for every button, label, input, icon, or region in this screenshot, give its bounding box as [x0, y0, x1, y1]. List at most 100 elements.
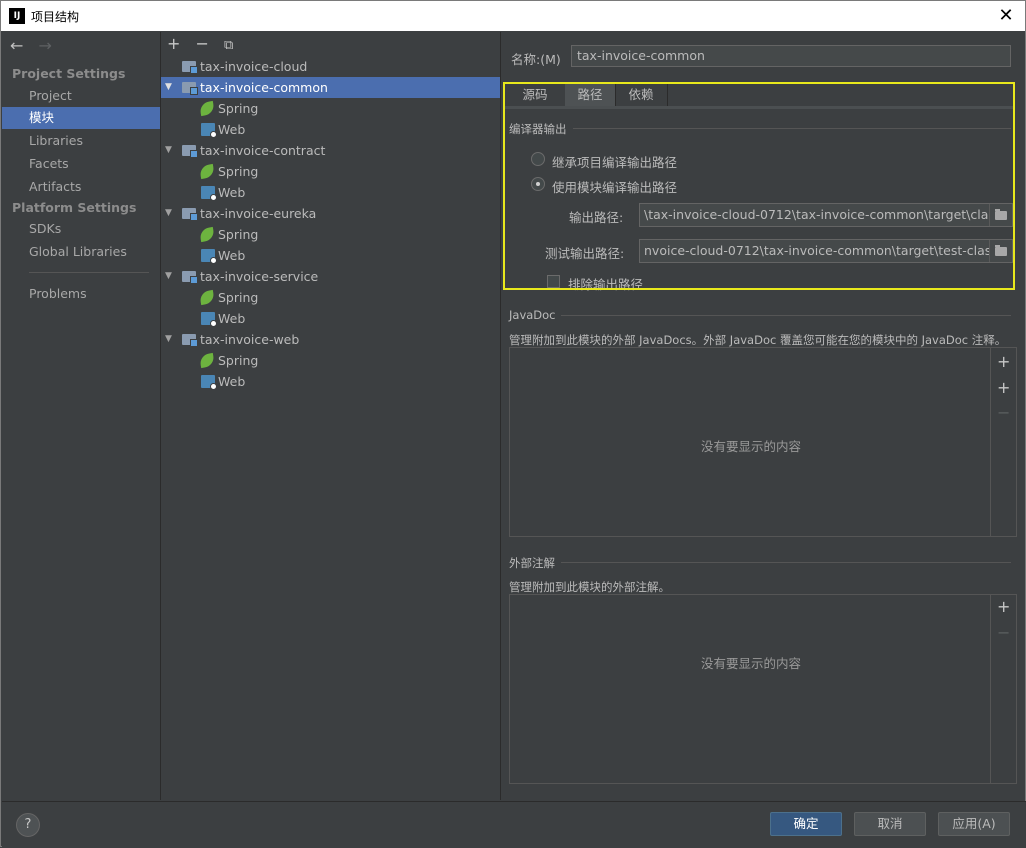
expand-triangle-icon[interactable]: ▼	[165, 203, 172, 224]
javadoc-heading: JavaDoc	[509, 308, 556, 322]
tree-node-facet[interactable]: Web	[161, 245, 500, 266]
javadoc-description: 管理附加到此模块的外部 JavaDocs。外部 JavaDoc 覆盖您可能在您的…	[509, 333, 1007, 347]
tree-node-module[interactable]: tax-invoice-cloud	[161, 56, 500, 77]
intellij-app-icon: IJ	[9, 8, 25, 24]
tree-node-label: Web	[218, 248, 246, 263]
section-project-settings: Project Settings	[12, 66, 126, 81]
javadoc-list-toolbar: + + −	[990, 348, 1016, 536]
expand-triangle-icon[interactable]: ▼	[165, 266, 172, 287]
settings-nav: ← → Project Settings Project 模块 Librarie…	[2, 32, 161, 800]
tree-node-facet[interactable]: Spring	[161, 161, 500, 182]
copy-icon[interactable]: ⧉	[224, 38, 233, 53]
nav-arrows: ← →	[10, 36, 62, 55]
tree-node-label: Spring	[218, 101, 259, 116]
back-arrow-icon[interactable]: ←	[10, 36, 23, 55]
nav-item-project[interactable]: Project	[2, 85, 160, 107]
group-divider	[561, 562, 1011, 563]
tree-node-label: Web	[218, 122, 246, 137]
nav-divider	[29, 272, 149, 273]
dialog-footer: ? 确定 取消 应用(A)	[2, 801, 1026, 848]
group-divider	[561, 315, 1011, 316]
module-folder-icon	[182, 145, 198, 158]
spring-leaf-icon	[198, 226, 216, 243]
expand-triangle-icon[interactable]: ▼	[165, 329, 172, 350]
tree-node-module[interactable]: ▼ tax-invoice-contract	[161, 140, 500, 161]
section-platform-settings: Platform Settings	[12, 200, 137, 215]
tree-node-label: tax-invoice-eureka	[200, 206, 317, 221]
tree-node-label: Web	[218, 185, 246, 200]
add-icon[interactable]: +	[997, 352, 1010, 371]
tree-node-module[interactable]: ▼ tax-invoice-web	[161, 329, 500, 350]
project-structure-dialog: IJ 项目结构 ✕ ← → Project Settings Project 模…	[0, 0, 1026, 848]
tree-node-label: Web	[218, 311, 246, 326]
tree-node-facet[interactable]: Web	[161, 182, 500, 203]
annotations-empty-text: 没有要显示的内容	[700, 656, 801, 671]
tree-node-facet[interactable]: Spring	[161, 224, 500, 245]
help-button[interactable]: ?	[16, 813, 40, 837]
apply-button[interactable]: 应用(A)	[938, 812, 1010, 836]
expand-triangle-icon[interactable]: ▼	[165, 140, 172, 161]
module-folder-icon	[182, 82, 198, 95]
highlight-box	[503, 82, 1015, 290]
tree-node-facet[interactable]: Spring	[161, 287, 500, 308]
tree-node-module[interactable]: ▼ tax-invoice-service	[161, 266, 500, 287]
tree-node-label: tax-invoice-service	[200, 269, 319, 284]
nav-item-facets[interactable]: Facets	[2, 153, 160, 175]
window-title: 项目结构	[31, 10, 80, 24]
tree-node-facet[interactable]: Web	[161, 119, 500, 140]
module-name-input[interactable]: tax-invoice-common	[571, 45, 1011, 67]
remove-icon[interactable]: −	[997, 623, 1010, 642]
tree-node-facet[interactable]: Web	[161, 371, 500, 392]
nav-item-problems[interactable]: Problems	[2, 283, 160, 305]
tree-node-facet[interactable]: Spring	[161, 98, 500, 119]
javadoc-empty-text: 没有要显示的内容	[700, 439, 801, 454]
module-folder-icon	[182, 208, 198, 221]
module-folder-icon	[182, 334, 198, 347]
module-folder-icon	[182, 271, 198, 284]
nav-item-artifacts[interactable]: Artifacts	[2, 176, 160, 198]
web-facet-icon	[201, 375, 217, 390]
tree-node-module[interactable]: ▼ tax-invoice-eureka	[161, 203, 500, 224]
module-folder-icon	[182, 61, 198, 74]
add-icon[interactable]: +	[167, 34, 180, 53]
nav-item-global-libraries[interactable]: Global Libraries	[2, 241, 160, 263]
web-facet-icon	[201, 249, 217, 264]
add-url-icon[interactable]: +	[997, 378, 1010, 397]
module-tree-panel: + − ⧉ tax-invoice-cloud ▼ tax-invoice-co…	[161, 32, 501, 800]
tree-node-label: tax-invoice-contract	[200, 143, 326, 158]
remove-icon[interactable]: −	[196, 34, 209, 53]
cancel-button[interactable]: 取消	[854, 812, 926, 836]
annotations-list-toolbar: + −	[990, 595, 1016, 783]
remove-icon[interactable]: −	[997, 403, 1010, 422]
tree-node-facet[interactable]: Spring	[161, 350, 500, 371]
spring-leaf-icon	[198, 100, 216, 117]
tree-toolbar: + − ⧉	[167, 34, 243, 56]
ok-button[interactable]: 确定	[770, 812, 842, 836]
spring-leaf-icon	[198, 352, 216, 369]
tree-node-label: tax-invoice-cloud	[200, 59, 308, 74]
forward-arrow-icon[interactable]: →	[39, 36, 52, 55]
tree-node-label: Spring	[218, 290, 259, 305]
javadoc-list[interactable]: 没有要显示的内容 + + −	[509, 347, 1017, 537]
nav-item-libraries[interactable]: Libraries	[2, 130, 160, 152]
tree-node-label: Spring	[218, 353, 259, 368]
close-icon[interactable]: ✕	[993, 3, 1019, 29]
tree-node-label: Spring	[218, 227, 259, 242]
tree-node-label: tax-invoice-web	[200, 332, 300, 347]
add-icon[interactable]: +	[997, 597, 1010, 616]
nav-item-modules[interactable]: 模块	[2, 107, 160, 129]
spring-leaf-icon	[198, 163, 216, 180]
tree-node-label: tax-invoice-common	[200, 80, 328, 95]
spring-leaf-icon	[198, 289, 216, 306]
module-name-label: 名称:(M)	[511, 52, 561, 67]
tree-node-label: Spring	[218, 164, 259, 179]
nav-item-sdks[interactable]: SDKs	[2, 218, 160, 240]
title-bar: IJ 项目结构 ✕	[1, 1, 1025, 31]
web-facet-icon	[201, 123, 217, 138]
annotations-list[interactable]: 没有要显示的内容 + −	[509, 594, 1017, 784]
tree-node-module-selected[interactable]: ▼ tax-invoice-common	[161, 77, 500, 98]
tree-node-facet[interactable]: Web	[161, 308, 500, 329]
web-facet-icon	[201, 186, 217, 201]
expand-triangle-icon[interactable]: ▼	[165, 77, 172, 98]
annotations-description: 管理附加到此模块的外部注解。	[509, 580, 670, 594]
